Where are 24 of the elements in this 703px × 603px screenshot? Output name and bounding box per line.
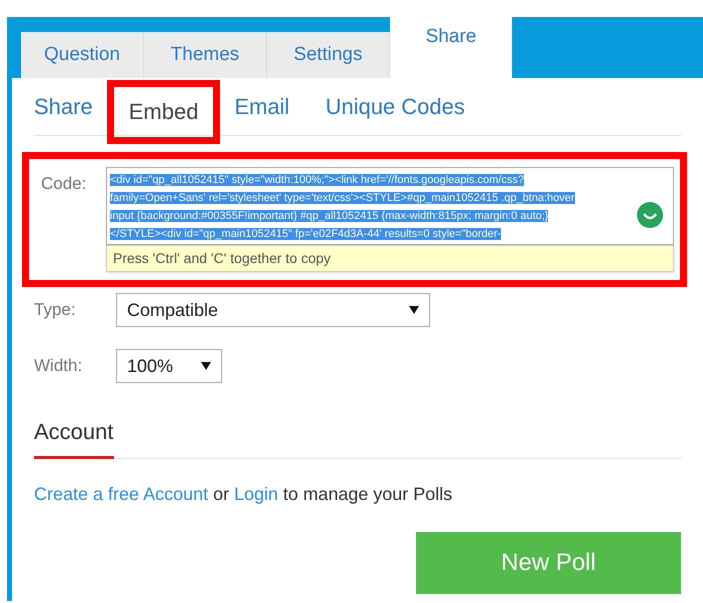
sub-tab[interactable]: Email — [234, 90, 290, 123]
type-select[interactable]: Compatible — [116, 293, 430, 327]
dropdown-caret-icon — [409, 306, 419, 314]
account-text: to manage your Polls — [283, 483, 452, 506]
field-label: Type: — [34, 299, 77, 322]
width-select[interactable]: 100% — [116, 349, 222, 383]
create-account-link[interactable]: Create a free Account — [34, 481, 208, 508]
tab[interactable]: Question — [21, 32, 144, 78]
field-label: Width: — [34, 355, 84, 378]
section-heading: Account — [34, 415, 114, 459]
login-link[interactable]: Login — [234, 481, 278, 508]
new-poll-button[interactable]: New Poll — [416, 532, 681, 594]
tab[interactable]: Settings — [267, 32, 390, 78]
sub-tab[interactable]: Unique Codes — [325, 90, 465, 123]
sub-tab[interactable]: Embed — [106, 80, 220, 144]
smile-icon[interactable] — [637, 202, 663, 228]
copy-tooltip: Press 'Ctrl' and 'C' together to copy — [106, 245, 674, 272]
code-textarea[interactable] — [106, 167, 674, 245]
tab[interactable]: Share — [390, 17, 512, 78]
dropdown-caret-icon — [201, 362, 211, 370]
tab[interactable]: Themes — [144, 32, 267, 78]
account-text: or — [213, 483, 230, 506]
sub-tab[interactable]: Share — [34, 90, 93, 123]
field-label: Code: — [41, 173, 88, 195]
